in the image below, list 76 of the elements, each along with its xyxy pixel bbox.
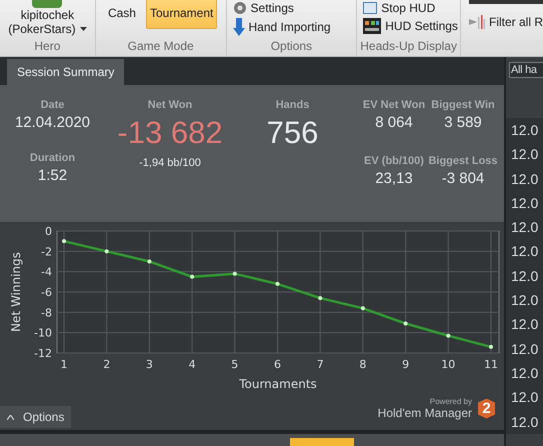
product-name: Hold'em Manager	[378, 406, 472, 420]
group-label: Hero	[34, 39, 60, 55]
ribbon-button[interactable]: Hand Importing	[248, 20, 331, 34]
dropdown-icon[interactable]	[80, 27, 87, 31]
game-mode-button[interactable]: Tournament	[146, 0, 218, 29]
axis-tick-label: -2	[41, 245, 52, 258]
group-label: Game Mode	[128, 39, 194, 55]
axis-title: Tournaments	[239, 377, 317, 391]
axis-tick-label: 0	[45, 225, 52, 238]
group-label: Options	[270, 39, 312, 55]
axis-tick-label: -8	[41, 306, 52, 320]
game-mode-button[interactable]: Cash	[104, 0, 140, 29]
list-item[interactable]: 12.0	[506, 190, 543, 216]
hands-value: 756	[266, 115, 318, 151]
hero-name[interactable]: kipitochek	[20, 8, 74, 22]
list-item[interactable]: 12.0	[506, 312, 543, 337]
filter-icon[interactable]	[469, 15, 485, 29]
list-item[interactable]: 12.0	[506, 166, 543, 191]
stat-value: 1:52	[38, 167, 68, 184]
stat-value: -3 804	[442, 170, 484, 187]
ribbon-button[interactable]: Filter all R	[489, 15, 543, 29]
list-item[interactable]: 12.0	[506, 264, 543, 288]
stat-label: Hands	[276, 99, 310, 111]
axis-tick-label: 10	[441, 358, 456, 371]
group-label: Heads-Up Display	[360, 39, 457, 55]
axis-tick-label: -4	[41, 266, 52, 279]
stat-value: -1,94 bb/100	[139, 157, 201, 169]
hud-icon[interactable]	[363, 18, 382, 34]
list-item[interactable]: 12.0	[506, 142, 543, 167]
stat-label: Biggest Loss	[428, 155, 498, 167]
stat-label: EV (bb/100)	[364, 155, 424, 167]
stat-value: 3 589	[444, 114, 482, 131]
axis-tick-label: 1	[60, 358, 68, 371]
list-item[interactable]: 12.0	[506, 336, 543, 361]
filter-dropdown[interactable]: All ha	[509, 62, 543, 78]
axis-tick-label: -10	[34, 326, 52, 340]
stat-label: Net Won	[148, 99, 192, 111]
list-item[interactable]: 12.0	[506, 118, 543, 142]
powered-by-caption: Powered by	[430, 397, 472, 406]
stat-value: 23,13	[375, 170, 413, 187]
axis-tick-label: 2	[103, 358, 110, 371]
axis-tick-label: 3	[146, 358, 153, 371]
list-item[interactable]: 12.0	[506, 410, 543, 434]
ribbon-button[interactable]: Stop HUD	[381, 1, 436, 15]
arrow-down-icon[interactable]	[232, 18, 245, 36]
stat-label: Biggest Win	[431, 99, 495, 111]
axis-tick-label: 9	[402, 358, 410, 371]
list-item[interactable]: 12.0	[506, 288, 543, 312]
window-icon[interactable]	[363, 2, 378, 14]
tab[interactable]: Session Summary	[7, 59, 124, 85]
list-item[interactable]: 12.0	[506, 215, 543, 240]
axis-tick-label: 8	[359, 358, 366, 371]
caret-icon	[7, 414, 14, 420]
ribbon-button[interactable]: Settings	[250, 1, 294, 15]
axis-tick-label: 4	[188, 358, 196, 371]
axis-tick-label: 7	[316, 358, 324, 371]
axis-tick-label: -6	[41, 286, 52, 299]
list-item[interactable]: 12.0	[506, 360, 543, 386]
axis-title: Net Winnings	[9, 252, 23, 332]
net-won-value: -13 682	[117, 115, 223, 151]
options-button[interactable]: Options	[0, 406, 72, 428]
stat-label: Duration	[30, 152, 76, 164]
axis-tick-label: 5	[231, 358, 238, 371]
logo-badge: 2	[478, 398, 495, 418]
stat-value: 12.04.2020	[14, 114, 90, 131]
stat-value: 8 064	[375, 114, 413, 131]
hero-site[interactable]: (PokerStars)	[8, 22, 76, 36]
axis-tick-label: -12	[34, 347, 52, 360]
ribbon-button[interactable]: HUD Settings	[385, 19, 458, 33]
stat-label: EV Net Won	[362, 99, 426, 111]
gear-icon[interactable]	[232, 1, 247, 15]
list-item[interactable]: 12.0	[506, 239, 543, 264]
axis-tick-label: 11	[484, 358, 498, 371]
stat-label: Date	[40, 99, 64, 111]
axis-tick-label: 6	[274, 358, 281, 371]
list-item[interactable]: 12.0	[506, 385, 543, 410]
